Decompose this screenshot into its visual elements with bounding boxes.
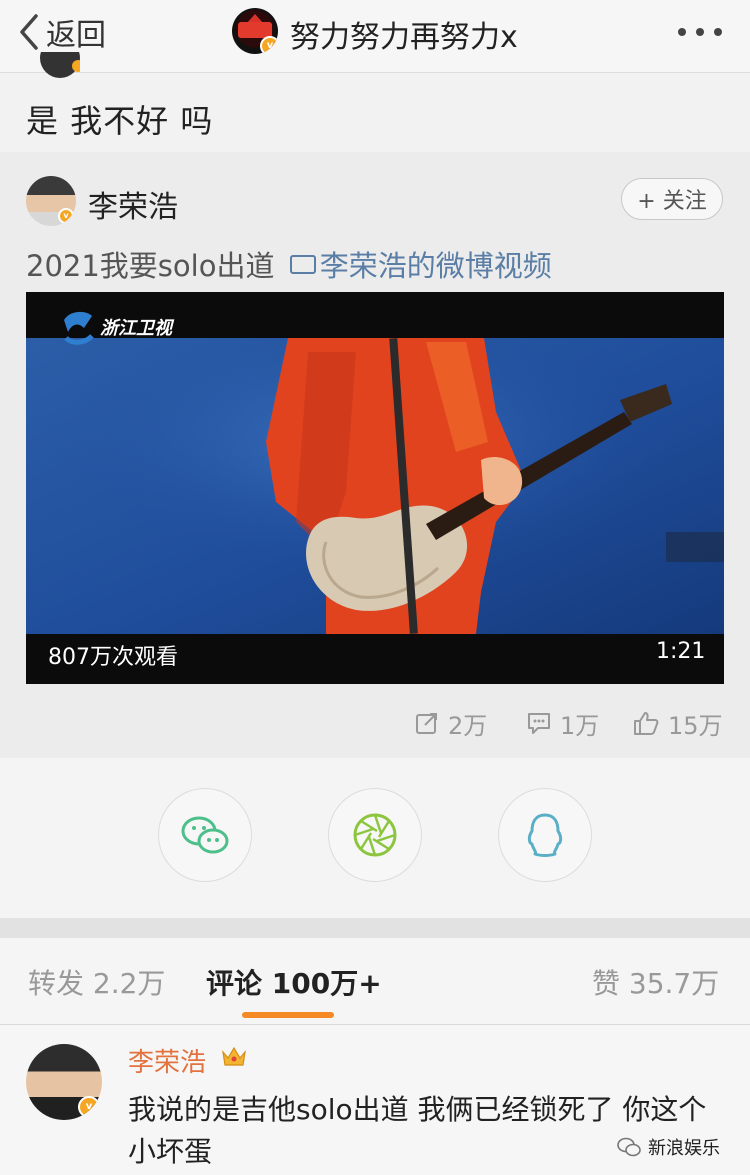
more-options-button[interactable] <box>672 14 728 50</box>
video-thumbnail: 浙江卫视 <box>26 292 724 684</box>
thumbs-up-icon <box>634 712 659 735</box>
post-text: 2021我要solo出道 李荣浩的微博视频 <box>26 243 552 285</box>
more-dots-icon <box>678 28 722 36</box>
moments-icon <box>353 813 397 857</box>
back-label: 返回 <box>46 18 106 53</box>
verified-badge-icon: v <box>58 208 74 224</box>
watermark-label: 新浪娱乐 <box>648 1138 720 1159</box>
repost-icon <box>416 713 437 734</box>
repost-stat-button[interactable]: 2万 <box>414 708 488 740</box>
video-player[interactable]: 浙江卫视 <box>26 292 724 684</box>
commenter-avatar[interactable]: v <box>26 1044 102 1120</box>
tab-likes[interactable]: 赞 35.7万 <box>592 962 719 1002</box>
post-body: 2021我要solo出道 <box>26 249 275 283</box>
video-link[interactable]: 李荣浩的微博视频 <box>284 249 552 283</box>
tab-reposts[interactable]: 转发 2.2万 <box>28 962 165 1002</box>
chevron-left-icon <box>20 14 38 50</box>
comment-icon <box>528 713 550 734</box>
verified-badge-icon: v <box>260 36 278 54</box>
verified-badge-icon: v <box>78 1096 100 1118</box>
channel-logo-label: 浙江卫视 <box>100 318 175 338</box>
section-divider <box>0 918 750 938</box>
comment-stat-button[interactable]: 1万 <box>526 708 600 740</box>
comment-count: 1万 <box>560 711 600 740</box>
author-avatar[interactable]: v <box>26 176 76 226</box>
back-button[interactable]: 返回 <box>18 10 106 54</box>
qq-icon <box>527 813 563 857</box>
crown-badge-icon <box>222 1046 246 1066</box>
reposter-avatar[interactable] <box>40 52 80 78</box>
like-count: 15万 <box>668 711 723 740</box>
share-qq-button[interactable] <box>498 788 592 882</box>
share-wechat-button[interactable] <box>158 788 252 882</box>
author-name[interactable]: 李荣浩 <box>88 182 178 226</box>
follow-button[interactable]: + 关注 <box>621 178 723 220</box>
tab-comments[interactable]: 评论 100万+ <box>206 962 382 1002</box>
video-duration: 1:21 <box>656 639 706 664</box>
header-avatar[interactable]: v <box>232 8 278 54</box>
commenter-name[interactable]: 李荣浩 <box>128 1042 206 1079</box>
wechat-logo-icon <box>617 1137 641 1157</box>
video-camera-icon <box>289 255 316 274</box>
share-moments-button[interactable] <box>328 788 422 882</box>
video-link-label: 李荣浩的微博视频 <box>319 249 552 283</box>
page-title: 努力努力再努力x <box>290 20 518 55</box>
video-view-count: 807万次观看 <box>48 645 178 670</box>
repost-text: 是 我不好 吗 <box>26 102 214 140</box>
active-tab-indicator <box>242 1012 334 1018</box>
watermark: 新浪娱乐 <box>616 1134 720 1160</box>
wechat-icon <box>181 816 229 854</box>
comment-text: 我说的是吉他solo出道 我俩已经锁死了 你这个小坏蛋 <box>128 1093 707 1168</box>
repost-count: 2万 <box>448 711 488 740</box>
like-stat-button[interactable]: 15万 <box>632 708 723 740</box>
